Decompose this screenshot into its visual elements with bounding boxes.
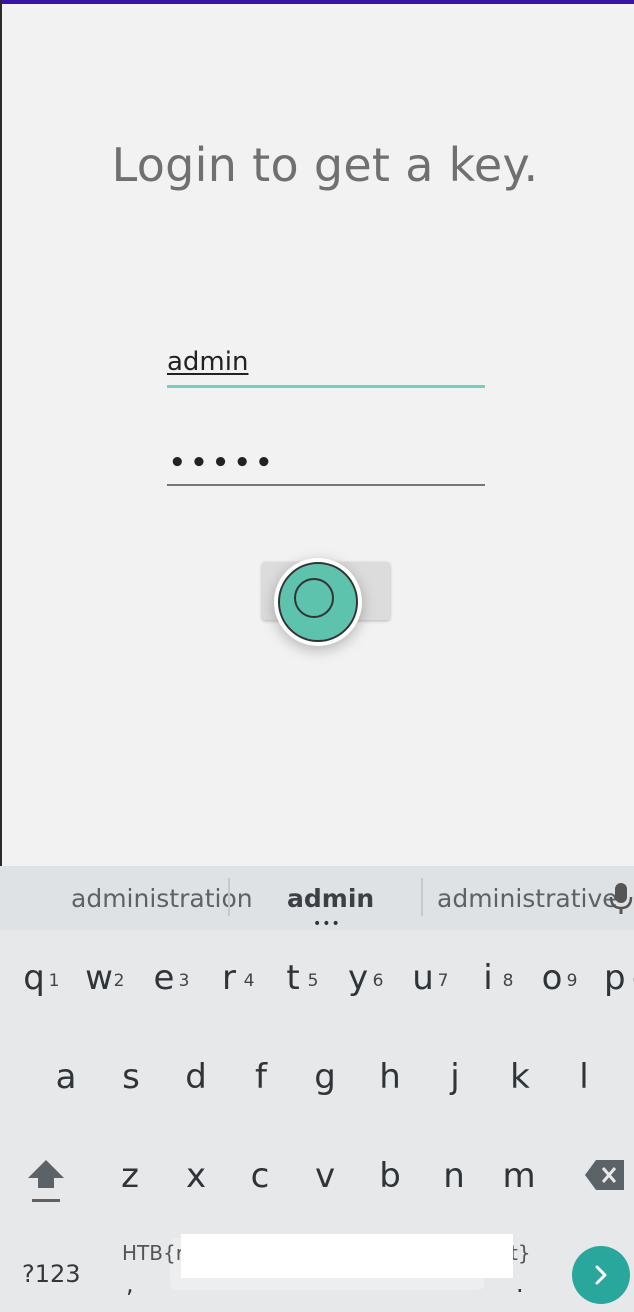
key-e[interactable]: 3e	[134, 938, 194, 1018]
username-value: admin	[167, 347, 249, 377]
key-label: m	[502, 1156, 536, 1196]
key-label: v	[314, 1156, 336, 1196]
key-label: e	[153, 958, 175, 998]
key-f[interactable]: f	[231, 1037, 291, 1117]
key-i[interactable]: 8i	[458, 938, 518, 1018]
enter-arrow-icon	[595, 1265, 607, 1285]
key-hint: 9	[566, 971, 578, 991]
key-label: t	[286, 958, 300, 998]
key-k[interactable]: k	[490, 1037, 550, 1117]
delete-icon[interactable]	[584, 1158, 626, 1192]
key-label: f	[255, 1057, 267, 1097]
status-bar	[0, 0, 634, 4]
key-label: c	[250, 1156, 270, 1196]
comma-key[interactable]: ,	[126, 1270, 134, 1298]
shift-icon[interactable]	[24, 1156, 68, 1206]
key-o[interactable]: 9o	[522, 938, 582, 1018]
key-l[interactable]: l	[554, 1037, 614, 1117]
key-y[interactable]: 6y	[328, 938, 388, 1018]
key-label: z	[121, 1156, 139, 1196]
key-s[interactable]: s	[101, 1037, 161, 1117]
key-label: l	[579, 1057, 589, 1097]
soft-keyboard: administration admin ••• administrative …	[0, 866, 634, 1312]
period-key[interactable]: .	[516, 1270, 524, 1298]
key-label: u	[412, 958, 434, 998]
suggestion-left[interactable]: administration	[71, 866, 253, 930]
key-label: a	[55, 1057, 77, 1097]
key-x[interactable]: x	[166, 1136, 226, 1216]
mic-icon[interactable]	[608, 882, 634, 916]
key-hint: 4	[243, 971, 255, 991]
key-label: b	[379, 1156, 401, 1196]
key-hint: 3	[178, 971, 190, 991]
key-v[interactable]: v	[295, 1136, 355, 1216]
key-hint: 0	[628, 941, 634, 1018]
suggestion-divider	[228, 878, 230, 916]
key-hint: 2	[113, 971, 125, 991]
key-hint: 6	[372, 971, 384, 991]
key-g[interactable]: g	[295, 1037, 355, 1117]
more-suggestions-dots[interactable]: •••	[313, 916, 341, 932]
key-label: i	[483, 958, 493, 998]
key-label: q	[23, 958, 45, 998]
redaction-box	[181, 1234, 513, 1278]
key-p[interactable]: 0p	[586, 938, 634, 1018]
suggestion-right[interactable]: administrative	[437, 866, 618, 930]
suggestion-divider	[421, 878, 423, 916]
symbols-key[interactable]: ?123	[22, 1260, 81, 1288]
key-n[interactable]: n	[424, 1136, 484, 1216]
key-label: s	[122, 1057, 140, 1097]
key-hint: 7	[437, 971, 449, 991]
key-hint: 5	[307, 971, 319, 991]
key-hint: 1	[48, 971, 60, 991]
key-label: g	[314, 1057, 336, 1097]
password-field[interactable]: •••••	[167, 444, 485, 486]
key-label: j	[450, 1057, 460, 1097]
touch-indicator-inner	[294, 578, 334, 618]
key-label: n	[443, 1156, 465, 1196]
key-c[interactable]: c	[230, 1136, 290, 1216]
key-label: p	[604, 958, 626, 998]
key-b[interactable]: b	[360, 1136, 420, 1216]
key-label: d	[185, 1057, 207, 1097]
key-label: k	[510, 1057, 530, 1097]
key-label: y	[347, 958, 369, 998]
key-w[interactable]: 2w	[69, 938, 129, 1018]
key-u[interactable]: 7u	[393, 938, 453, 1018]
suggestion-bar: administration admin ••• administrative	[0, 866, 634, 932]
touch-indicator	[274, 558, 362, 646]
key-a[interactable]: a	[36, 1037, 96, 1117]
key-m[interactable]: m	[489, 1136, 549, 1216]
key-label: o	[541, 958, 563, 998]
key-q[interactable]: 1q	[4, 938, 64, 1018]
page-title: Login to get a key.	[111, 138, 539, 192]
key-label: r	[222, 958, 236, 998]
enter-key[interactable]	[572, 1246, 630, 1304]
clipboard-text-start: HTB{r	[122, 1241, 184, 1265]
clipboard-text-end: t}	[510, 1241, 531, 1265]
key-r[interactable]: 4r	[199, 938, 259, 1018]
key-h[interactable]: h	[360, 1037, 420, 1117]
key-d[interactable]: d	[166, 1037, 226, 1117]
key-hint: 8	[502, 971, 514, 991]
username-field[interactable]: admin	[167, 345, 485, 388]
key-label: x	[185, 1156, 207, 1196]
password-value: •••••	[169, 448, 278, 478]
key-j[interactable]: j	[425, 1037, 485, 1117]
key-label: h	[379, 1057, 401, 1097]
key-t[interactable]: 5t	[263, 938, 323, 1018]
key-z[interactable]: z	[100, 1136, 160, 1216]
